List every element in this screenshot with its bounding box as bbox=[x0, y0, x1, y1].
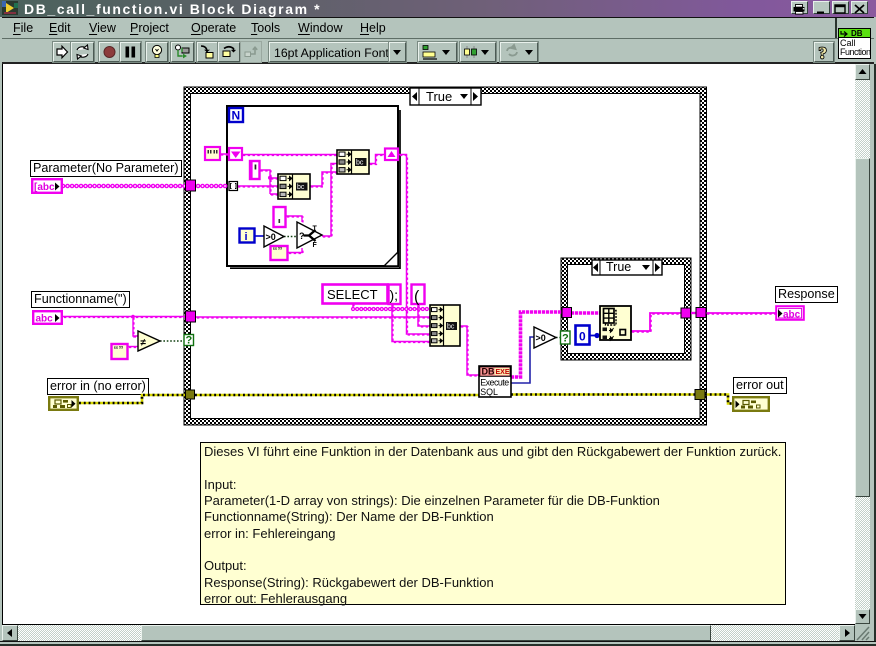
svg-text:?: ? bbox=[186, 335, 193, 347]
svg-text:SELECT: SELECT bbox=[327, 287, 378, 302]
svg-text:F: F bbox=[313, 242, 318, 249]
svg-text:N: N bbox=[232, 109, 241, 123]
svg-text:EXE: EXE bbox=[496, 369, 510, 376]
svg-text:≠: ≠ bbox=[141, 338, 147, 349]
svg-text:(: ( bbox=[414, 289, 420, 306]
svg-text:?: ? bbox=[562, 333, 569, 345]
svg-text:i: i bbox=[245, 231, 248, 243]
svg-text:“”: “” bbox=[273, 246, 283, 257]
svg-text:Execute: Execute bbox=[480, 377, 509, 387]
svg-text:SQL: SQL bbox=[480, 387, 498, 397]
svg-text:[abc: [abc bbox=[34, 182, 55, 193]
svg-text:“”: “” bbox=[114, 345, 124, 356]
svg-text:>0: >0 bbox=[266, 232, 276, 242]
svg-text:);: ); bbox=[390, 287, 399, 303]
svg-text:True: True bbox=[606, 260, 631, 274]
svg-text:abc: abc bbox=[783, 310, 801, 321]
svg-text:>0: >0 bbox=[536, 333, 546, 343]
svg-text:bc: bc bbox=[356, 160, 364, 167]
svg-text:True: True bbox=[426, 89, 452, 104]
svg-text:DB: DB bbox=[482, 367, 495, 377]
svg-text:abc: abc bbox=[36, 314, 54, 325]
svg-text:T: T bbox=[313, 226, 318, 233]
svg-text:bc: bc bbox=[297, 184, 305, 191]
svg-text:0: 0 bbox=[579, 330, 586, 344]
svg-text:bc: bc bbox=[447, 324, 455, 331]
